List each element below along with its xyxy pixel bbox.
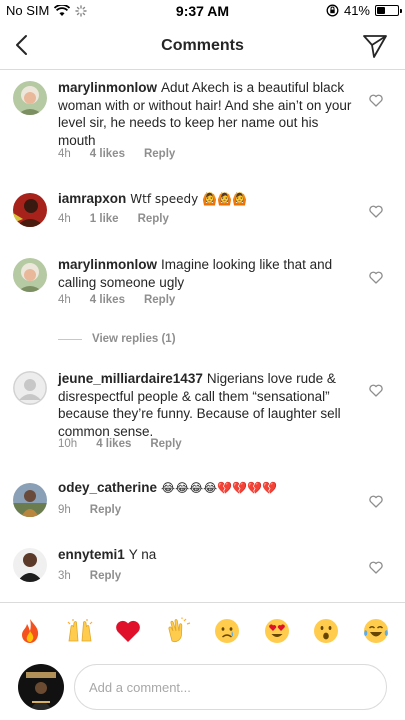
reply-button[interactable]: Reply <box>90 504 121 516</box>
comment-body: 😂😂😂😂💔💔💔💔 <box>161 481 277 495</box>
heart-eyes-icon[interactable] <box>263 617 291 645</box>
view-replies-button[interactable]: View replies (1) <box>58 333 176 345</box>
direct-send-icon[interactable] <box>361 32 389 60</box>
battery-percentage: 41% <box>343 3 370 18</box>
comment-composer <box>0 658 405 720</box>
comment-meta: 4h 4 likes Reply <box>58 148 194 160</box>
reply-button[interactable]: Reply <box>138 213 169 225</box>
comment-meta: 9h Reply <box>58 504 140 516</box>
battery-icon <box>375 5 402 16</box>
emoji-quick-bar <box>0 602 405 658</box>
page-title: Comments <box>161 37 244 54</box>
comment-likes[interactable]: 4 likes <box>90 148 125 160</box>
comment-text: marylinmonlow Adut Akech is a beautiful b… <box>58 79 358 149</box>
reply-button[interactable]: Reply <box>144 294 175 306</box>
comment-time: 10h <box>58 438 78 450</box>
like-heart-icon[interactable] <box>369 495 383 508</box>
avatar[interactable] <box>13 371 47 405</box>
fire-icon[interactable] <box>16 617 44 645</box>
comment-username[interactable]: jeune_milliardaire1437 <box>58 371 203 386</box>
reply-button[interactable]: Reply <box>150 438 181 450</box>
comment-text: iamrapxon Wtf speedy 🙆🙆🙆 <box>58 190 358 209</box>
comment-text: jeune_milliardaire1437 Nigerians love rud… <box>58 370 358 440</box>
comment-username[interactable]: iamrapxon <box>58 191 126 206</box>
like-heart-icon[interactable] <box>369 205 383 218</box>
comment-likes[interactable]: 4 likes <box>96 438 131 450</box>
comment-text: odey_catherine 😂😂😂😂💔💔💔💔 <box>58 479 358 498</box>
comments-list: marylinmonlow Adut Akech is a beautiful b… <box>0 71 405 601</box>
comment-username[interactable]: marylinmonlow <box>58 80 157 95</box>
comment-time: 9h <box>58 504 71 516</box>
like-heart-icon[interactable] <box>369 561 383 574</box>
comment-body: Wtf speedy 🙆🙆🙆 <box>130 192 247 206</box>
comment-meta: 4h 4 likes Reply <box>58 294 194 306</box>
comment-likes[interactable]: 4 likes <box>90 294 125 306</box>
comment-likes[interactable]: 1 like <box>90 213 119 225</box>
comment-text: marylinmonlow Imagine looking like that a… <box>58 256 358 291</box>
comment-time: 4h <box>58 213 71 225</box>
comment-time: 4h <box>58 148 71 160</box>
user-avatar[interactable] <box>18 664 64 710</box>
back-arrow-icon[interactable] <box>10 32 36 58</box>
tears-of-joy-icon[interactable] <box>362 617 390 645</box>
like-heart-icon[interactable] <box>369 384 383 397</box>
avatar[interactable] <box>13 483 47 517</box>
like-heart-icon[interactable] <box>369 271 383 284</box>
header: Comments <box>0 22 405 70</box>
comment-username[interactable]: marylinmonlow <box>58 257 157 272</box>
comment-meta: 4h 1 like Reply <box>58 213 188 225</box>
clapping-hands-icon[interactable] <box>164 617 192 645</box>
avatar[interactable] <box>13 548 47 582</box>
comment-time: 3h <box>58 570 71 582</box>
comment-text: ennytemi1 Y na <box>58 546 358 564</box>
avatar[interactable] <box>13 81 47 115</box>
view-replies-label: View replies (1) <box>92 333 176 345</box>
surprised-face-icon[interactable] <box>312 617 340 645</box>
avatar[interactable] <box>13 193 47 227</box>
comment-time: 4h <box>58 294 71 306</box>
reply-button[interactable]: Reply <box>144 148 175 160</box>
avatar[interactable] <box>13 258 47 292</box>
view-replies-line <box>58 338 82 340</box>
raised-hands-icon[interactable] <box>66 617 94 645</box>
red-heart-icon[interactable] <box>114 617 142 645</box>
reply-button[interactable]: Reply <box>90 570 121 582</box>
comment-input[interactable] <box>74 664 387 710</box>
comment-meta: 10h 4 likes Reply <box>58 438 201 450</box>
comment-username[interactable]: ennytemi1 <box>58 547 125 562</box>
like-heart-icon[interactable] <box>369 94 383 107</box>
comment-meta: 3h Reply <box>58 570 140 582</box>
status-bar: No SIM 9:37 AM 41% <box>0 0 405 22</box>
battery-level <box>377 7 386 14</box>
orientation-lock-icon <box>326 4 339 17</box>
crying-face-icon[interactable] <box>213 617 241 645</box>
comment-username[interactable]: odey_catherine <box>58 480 157 495</box>
comment-body: Y na <box>128 547 157 562</box>
